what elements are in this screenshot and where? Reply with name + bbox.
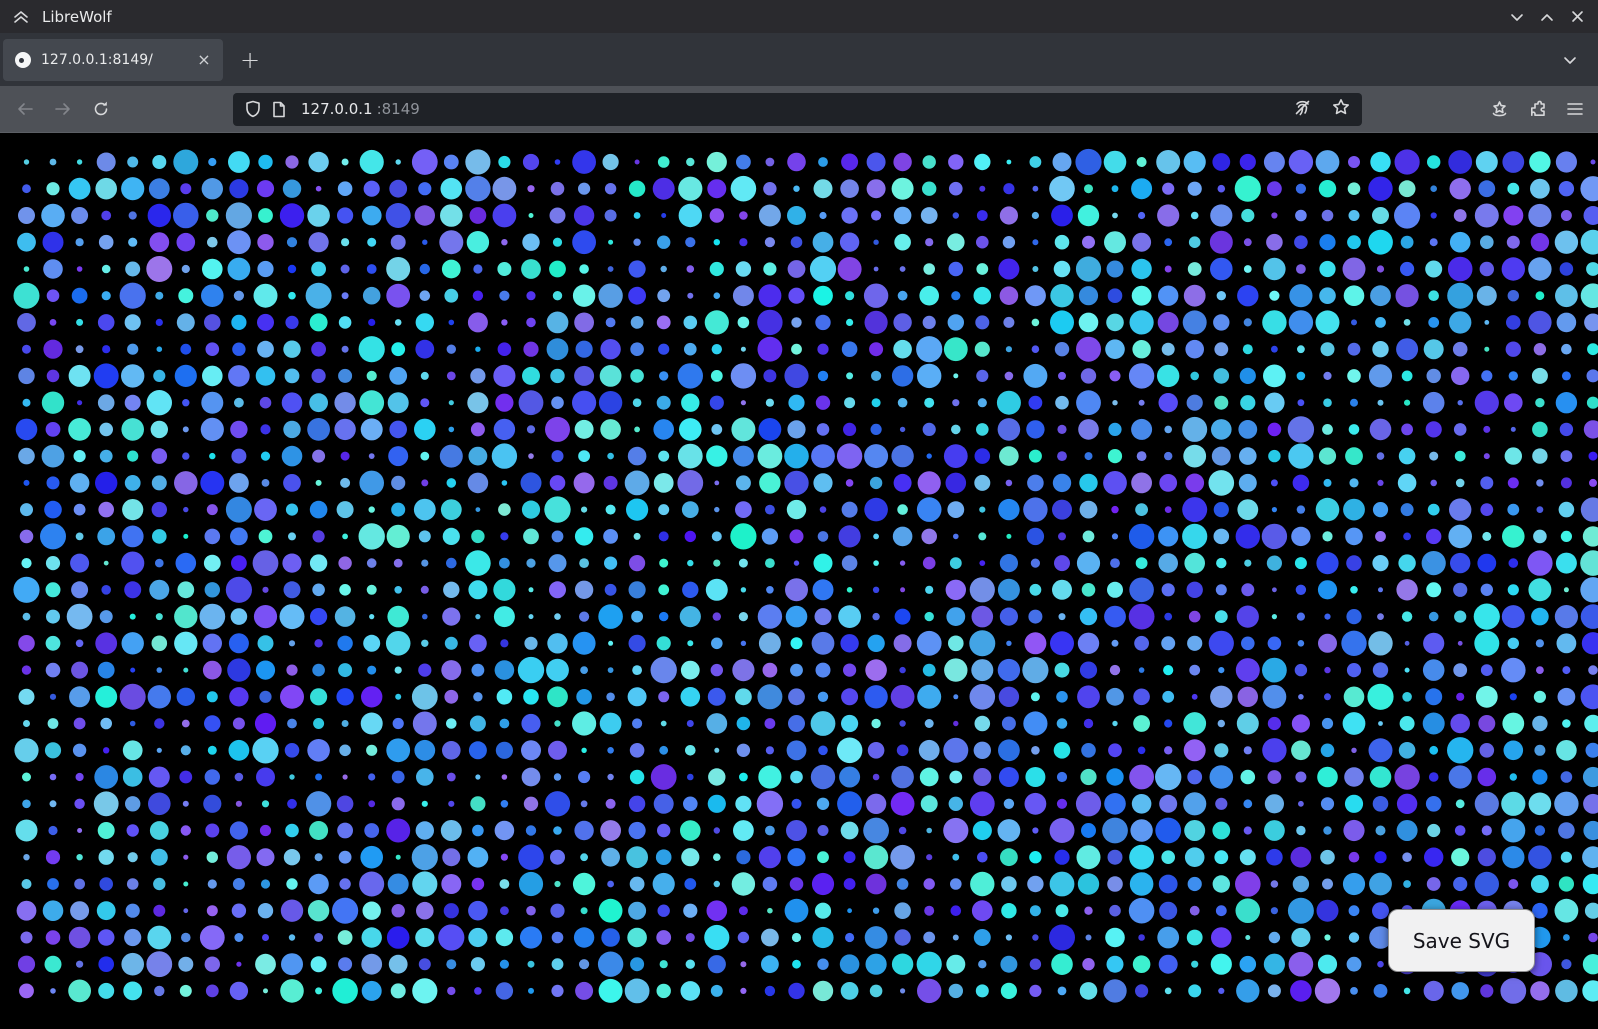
- dot-field: [0, 133, 1598, 1029]
- tab-close-icon[interactable]: ×: [191, 47, 217, 73]
- save-svg-button[interactable]: Save SVG: [1388, 909, 1535, 972]
- page-content: Save SVG: [0, 133, 1598, 1029]
- app-title: LibreWolf: [42, 8, 112, 26]
- close-window-button[interactable]: [1562, 3, 1592, 31]
- tab-bar: 127.0.0.1:8149/ × +: [0, 33, 1598, 86]
- new-tab-button[interactable]: +: [233, 43, 267, 77]
- back-button[interactable]: [6, 92, 44, 126]
- url-host: 127.0.0.1: [301, 100, 373, 118]
- extensions-puzzle-icon[interactable]: [1518, 92, 1556, 126]
- bookmark-star-icon[interactable]: [1332, 98, 1350, 120]
- url-port: :8149: [377, 100, 420, 118]
- minimize-button[interactable]: [1502, 3, 1532, 31]
- maximize-button[interactable]: [1532, 3, 1562, 31]
- library-star-tray-icon[interactable]: [1480, 92, 1518, 126]
- window-controls: [1502, 3, 1592, 31]
- shield-icon[interactable]: [245, 100, 261, 118]
- tab-active[interactable]: 127.0.0.1:8149/ ×: [3, 39, 223, 81]
- navigation-toolbar: 127.0.0.1:8149: [0, 86, 1598, 133]
- window-titlebar: LibreWolf: [0, 0, 1598, 33]
- url-bar[interactable]: 127.0.0.1:8149: [233, 93, 1362, 126]
- fingerprint-blocked-icon[interactable]: [1293, 98, 1312, 121]
- hamburger-menu-icon[interactable]: [1556, 92, 1594, 126]
- forward-button[interactable]: [44, 92, 82, 126]
- page-icon[interactable]: [272, 101, 286, 118]
- reload-button[interactable]: [82, 92, 120, 126]
- tab-favicon-icon: [15, 52, 31, 68]
- tab-title: 127.0.0.1:8149/: [41, 52, 191, 68]
- tab-list-chevron-icon[interactable]: [1556, 46, 1584, 74]
- urlbar-right-icons: [1293, 98, 1350, 121]
- double-chevron-up-icon[interactable]: [12, 9, 30, 25]
